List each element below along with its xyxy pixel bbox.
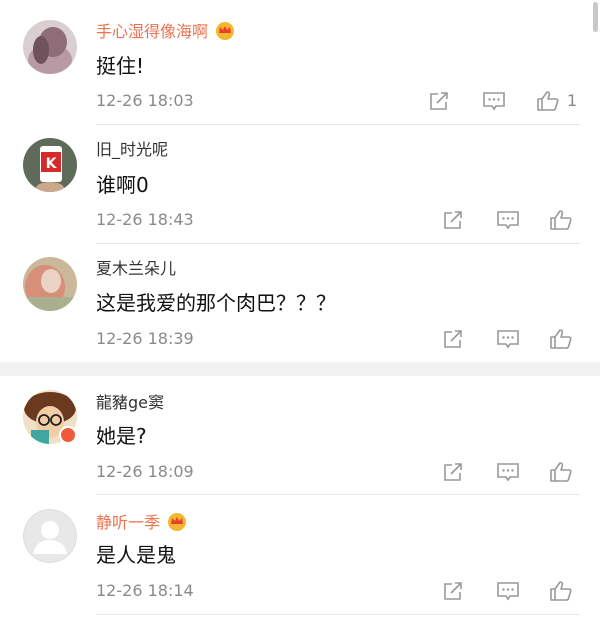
thumbs-up-icon[interactable] (548, 207, 574, 233)
comment-text: 她是? (96, 424, 147, 448)
comment-icon[interactable] (495, 326, 521, 352)
thumbs-up-icon[interactable] (548, 459, 574, 485)
divider (96, 124, 580, 125)
thumbs-up-icon[interactable] (535, 88, 561, 114)
timestamp: 12-26 18:43 (96, 210, 194, 229)
timestamp: 12-26 18:09 (96, 462, 194, 481)
comment-text: 挺住! (96, 54, 145, 78)
timestamp: 12-26 18:14 (96, 581, 194, 600)
username[interactable]: 手心湿得像海啊 (96, 20, 236, 45)
like-count: 1 (567, 91, 578, 110)
thumbs-up-icon[interactable] (548, 326, 574, 352)
avatar[interactable]: K (23, 138, 77, 192)
share-icon[interactable] (440, 207, 466, 233)
comment-icon[interactable] (495, 207, 521, 233)
comment-icon[interactable] (495, 459, 521, 485)
timestamp: 12-26 18:03 (96, 91, 194, 110)
username[interactable]: 静听一季 (96, 511, 188, 536)
timestamp: 12-26 18:39 (96, 329, 194, 348)
comment-text: 这是我爱的那个肉巴？？？ (96, 291, 336, 315)
username[interactable]: 旧_时光呢 (96, 140, 168, 160)
crown-icon (214, 20, 236, 45)
share-icon[interactable] (426, 88, 452, 114)
svg-text:K: K (46, 156, 58, 172)
crown-icon (166, 511, 188, 536)
verified-badge (59, 426, 77, 444)
share-icon[interactable] (440, 578, 466, 604)
scrollbar[interactable] (593, 2, 598, 32)
section-gap (0, 362, 600, 376)
thumbs-up-icon[interactable] (548, 578, 574, 604)
share-icon[interactable] (440, 459, 466, 485)
share-icon[interactable] (440, 326, 466, 352)
comment-icon[interactable] (495, 578, 521, 604)
divider (96, 494, 580, 495)
divider (96, 614, 580, 615)
divider (96, 243, 580, 244)
avatar[interactable] (23, 20, 77, 74)
username[interactable]: 龍豬ge窦 (96, 393, 164, 413)
comment-text: 是人是鬼 (96, 543, 176, 567)
avatar[interactable] (23, 509, 77, 563)
comment-text: 谁啊0 (96, 173, 149, 197)
comment-icon[interactable] (481, 88, 507, 114)
avatar[interactable] (23, 257, 77, 311)
username[interactable]: 夏木兰朵儿 (96, 259, 176, 279)
